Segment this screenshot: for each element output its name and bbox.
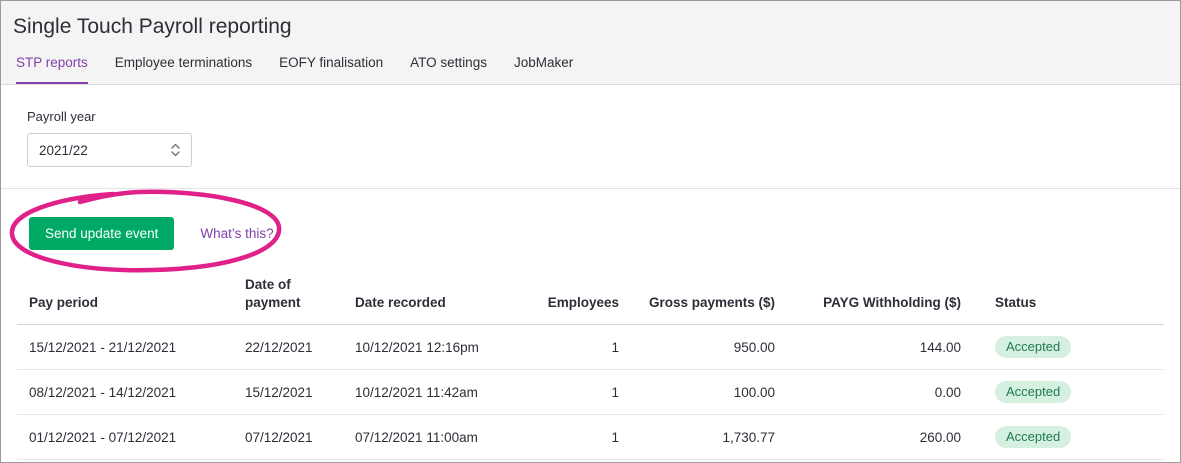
- cell-date-recorded: 10/12/2021 12:16pm: [345, 324, 535, 371]
- cell-date-of-payment: 22/12/2021: [235, 324, 345, 371]
- cell-date-of-payment: 07/12/2021: [235, 414, 345, 461]
- cell-date-recorded: 07/12/2021 11:00am: [345, 414, 535, 461]
- cell-payg-withholding: 260.00: [785, 414, 971, 461]
- status-badge: Accepted: [995, 336, 1072, 359]
- column-header-date-recorded: Date recorded: [345, 270, 535, 326]
- column-header-date-of-payment: Date of payment: [235, 270, 345, 326]
- payroll-year-label: Payroll year: [27, 109, 96, 124]
- tab-employee-terminations[interactable]: Employee terminations: [115, 55, 252, 84]
- cell-gross-payments: 1,730.77: [629, 414, 785, 461]
- cell-employees: 1: [535, 414, 629, 461]
- tab-stp-reports[interactable]: STP reports: [16, 55, 88, 84]
- actions-row: Send update event What’s this?: [29, 217, 1164, 250]
- tab-eofy-finalisation[interactable]: EOFY finalisation: [279, 55, 383, 84]
- tab-ato-settings[interactable]: ATO settings: [410, 55, 487, 84]
- cell-employees: 1: [535, 324, 629, 371]
- chevron-updown-icon: [170, 142, 181, 158]
- column-header-gross-payments: Gross payments ($): [629, 270, 785, 326]
- cell-date-recorded: 10/12/2021 11:42am: [345, 369, 535, 416]
- cell-pay-period: 15/12/2021 - 21/12/2021: [17, 324, 235, 371]
- column-header-pay-period: Pay period: [17, 270, 235, 326]
- table-row: 01/12/2021 - 07/12/2021 07/12/2021 07/12…: [17, 414, 1164, 461]
- cell-pay-period: 01/12/2021 - 07/12/2021: [17, 414, 235, 461]
- page-header: Single Touch Payroll reporting STP repor…: [1, 1, 1180, 85]
- stp-reporting-window: Single Touch Payroll reporting STP repor…: [0, 0, 1181, 463]
- tab-jobmaker[interactable]: JobMaker: [514, 55, 573, 84]
- status-badge: Accepted: [995, 381, 1072, 404]
- stp-reports-table: Pay period Date of payment Date recorded…: [17, 270, 1164, 462]
- status-badge: Accepted: [995, 426, 1072, 449]
- cell-pay-period: 08/12/2021 - 14/12/2021: [17, 369, 235, 416]
- whats-this-link[interactable]: What’s this?: [200, 226, 273, 241]
- column-header-employees: Employees: [535, 270, 629, 326]
- cell-payg-withholding: 0.00: [785, 369, 971, 416]
- send-update-event-button[interactable]: Send update event: [29, 217, 175, 250]
- payroll-year-selected-value: 2021/22: [39, 142, 88, 158]
- cell-date-of-payment: 15/12/2021: [235, 369, 345, 416]
- table-header-row: Pay period Date of payment Date recorded…: [17, 270, 1164, 326]
- cell-payg-withholding: 144.00: [785, 324, 971, 371]
- cell-gross-payments: 100.00: [629, 369, 785, 416]
- page-title: Single Touch Payroll reporting: [13, 15, 292, 38]
- table-row: 15/12/2021 - 21/12/2021 22/12/2021 10/12…: [17, 324, 1164, 371]
- column-header-status: Status: [971, 270, 1164, 326]
- table-row: 08/12/2021 - 14/12/2021 15/12/2021 10/12…: [17, 369, 1164, 416]
- filter-section: Payroll year 2021/22: [1, 85, 1180, 188]
- cell-employees: 1: [535, 369, 629, 416]
- tab-bar: STP reports Employee terminations EOFY f…: [1, 55, 1180, 84]
- payroll-year-select[interactable]: 2021/22: [27, 133, 192, 167]
- column-header-payg-withholding: PAYG Withholding ($): [785, 270, 971, 326]
- cell-gross-payments: 950.00: [629, 324, 785, 371]
- results-section: Send update event What’s this? Pay perio…: [1, 189, 1180, 462]
